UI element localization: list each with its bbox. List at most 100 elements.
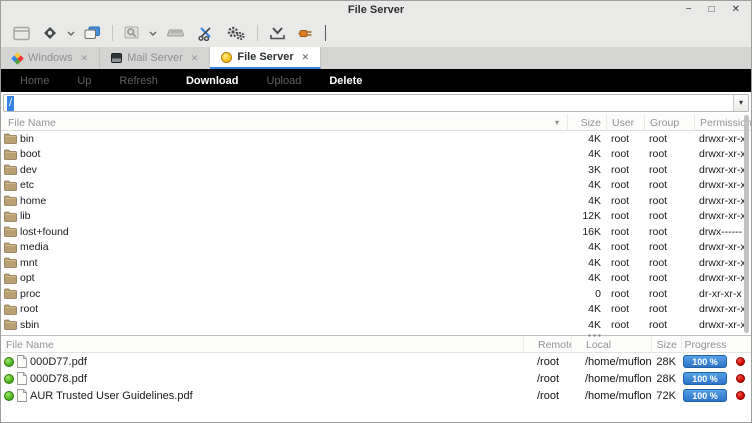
column-header-file-name[interactable]: File Name ▾ (1, 114, 567, 131)
plug-connect-icon[interactable] (292, 21, 320, 45)
stop-led-icon[interactable] (736, 391, 745, 400)
menu-item[interactable]: Download (172, 75, 253, 87)
file-permission: drwxr-xr-x (694, 319, 751, 331)
column-header-progress[interactable]: Progress (681, 336, 729, 353)
file-row[interactable]: bin 4K root root drwxr-xr-x (1, 131, 751, 147)
file-size: 4K (567, 179, 606, 191)
toolbar-separator (112, 25, 113, 41)
tab-close-icon[interactable]: ✕ (78, 53, 89, 64)
menu-item[interactable]: Delete (315, 75, 376, 87)
transfer-row[interactable]: AUR Trusted User Guidelines.pdf /root /h… (1, 387, 751, 404)
preview-search-icon[interactable] (118, 21, 146, 45)
windows-logo-icon (11, 52, 24, 65)
tab-bar: Windows ✕ Mail Server ✕ File Server ✕ (1, 47, 751, 69)
transfer-row[interactable]: 000D78.pdf /root /home/muflone 28K 100 % (1, 370, 751, 387)
vertical-scrollbar[interactable] (744, 115, 749, 333)
file-user: root (606, 288, 644, 300)
file-permission: drwxr-xr-x (694, 164, 751, 176)
menu-item[interactable]: Upload (253, 75, 316, 87)
file-name: proc (20, 288, 40, 300)
titlebar[interactable]: File Server − □ ✕ (1, 1, 751, 19)
tab[interactable]: Windows ✕ (1, 47, 100, 69)
file-row[interactable]: lost+found 16K root root drwx------ (1, 224, 751, 240)
chevron-down-icon[interactable] (64, 21, 78, 45)
document-icon (17, 355, 27, 368)
tab-close-icon[interactable]: ✕ (188, 53, 199, 64)
file-size: 4K (567, 257, 606, 269)
file-group: root (644, 226, 694, 238)
file-user: root (606, 164, 644, 176)
tools-utilities-icon[interactable] (191, 21, 220, 45)
file-name: opt (20, 272, 35, 284)
file-row[interactable]: dev 3K root root drwxr-xr-x (1, 162, 751, 178)
duplicate-window-icon[interactable] (78, 21, 107, 45)
status-ok-led-icon (4, 374, 14, 384)
file-row[interactable]: lib 12K root root drwxr-xr-x (1, 209, 751, 225)
file-group: root (644, 288, 694, 300)
tab-close-icon[interactable]: ✕ (299, 52, 310, 63)
file-row[interactable]: root 4K root root drwxr-xr-x (1, 302, 751, 318)
progress-bar: 100 % (683, 372, 727, 385)
device-modem-icon[interactable] (160, 21, 191, 45)
menu-item[interactable]: Home (6, 75, 63, 87)
file-name: media (20, 241, 49, 253)
pane-splitter-handle-icon[interactable] (587, 334, 602, 337)
chevron-down-icon[interactable] (146, 21, 160, 45)
maximize-icon[interactable]: □ (709, 5, 715, 15)
window-frame-icon[interactable] (7, 21, 36, 45)
file-permission: drwxr-xr-x (694, 303, 751, 315)
navigate-diamond-icon[interactable] (36, 21, 64, 45)
close-icon[interactable]: ✕ (732, 5, 740, 15)
menu-item[interactable]: Up (63, 75, 105, 87)
file-group: root (644, 241, 694, 253)
folder-icon (4, 319, 17, 330)
file-group: root (644, 210, 694, 222)
tab[interactable]: File Server ✕ (210, 47, 321, 69)
file-group: root (644, 272, 694, 284)
file-group: root (644, 257, 694, 269)
stop-led-icon[interactable] (736, 357, 745, 366)
progress-bar: 100 % (683, 389, 727, 402)
file-row[interactable]: media 4K root root drwxr-xr-x (1, 240, 751, 256)
status-ok-led-icon (4, 357, 14, 367)
path-input[interactable]: / ▾ (3, 94, 749, 112)
menu-item[interactable]: Refresh (105, 75, 172, 87)
column-header-user[interactable]: User (606, 114, 644, 131)
file-size: 4K (567, 148, 606, 160)
column-header-group[interactable]: Group (644, 114, 694, 131)
file-row[interactable]: etc 4K root root drwxr-xr-x (1, 178, 751, 194)
column-header-remote[interactable]: Remote (523, 336, 571, 353)
mail-server-icon (111, 53, 122, 63)
remote-file-list: File Name ▾ Size User Group Permission b… (1, 114, 751, 335)
file-row[interactable]: sbin 4K root root drwxr-xr-x (1, 317, 751, 333)
file-row[interactable]: boot 4K root root drwxr-xr-x (1, 147, 751, 163)
download-tray-icon[interactable] (263, 21, 292, 45)
tab[interactable]: Mail Server ✕ (100, 47, 210, 69)
file-permission: drwxr-xr-x (694, 133, 751, 145)
file-row[interactable]: proc 0 root root dr-xr-xr-x (1, 286, 751, 302)
column-header-local[interactable]: Local (571, 336, 651, 353)
minimize-icon[interactable]: − (686, 5, 692, 15)
file-name: bin (20, 133, 34, 145)
column-header-permission[interactable]: Permission (694, 114, 751, 131)
sort-indicator-icon[interactable]: ▾ (555, 118, 567, 127)
file-user: root (606, 133, 644, 145)
file-permission: drwx------ (694, 226, 751, 238)
file-row[interactable]: home 4K root root drwxr-xr-x (1, 193, 751, 209)
file-row[interactable]: mnt 4K root root drwxr-xr-x (1, 255, 751, 271)
column-header-file-name[interactable]: File Name (1, 336, 523, 353)
file-name: home (20, 195, 46, 207)
column-header-size[interactable]: Size (651, 336, 681, 353)
column-header-size[interactable]: Size (567, 114, 606, 131)
file-size: 12K (567, 210, 606, 222)
file-permission: drwxr-xr-x (694, 195, 751, 207)
folder-icon (4, 304, 17, 315)
file-permission: drwxr-xr-x (694, 241, 751, 253)
stop-led-icon[interactable] (736, 374, 745, 383)
path-dropdown-button[interactable]: ▾ (733, 95, 748, 111)
transfer-remote-path: /root (523, 356, 571, 368)
transfer-row[interactable]: 000D77.pdf /root /home/muflone 28K 100 % (1, 353, 751, 370)
services-gears-icon[interactable] (220, 21, 252, 45)
file-server-icon (221, 52, 232, 63)
file-row[interactable]: opt 4K root root drwxr-xr-x (1, 271, 751, 287)
